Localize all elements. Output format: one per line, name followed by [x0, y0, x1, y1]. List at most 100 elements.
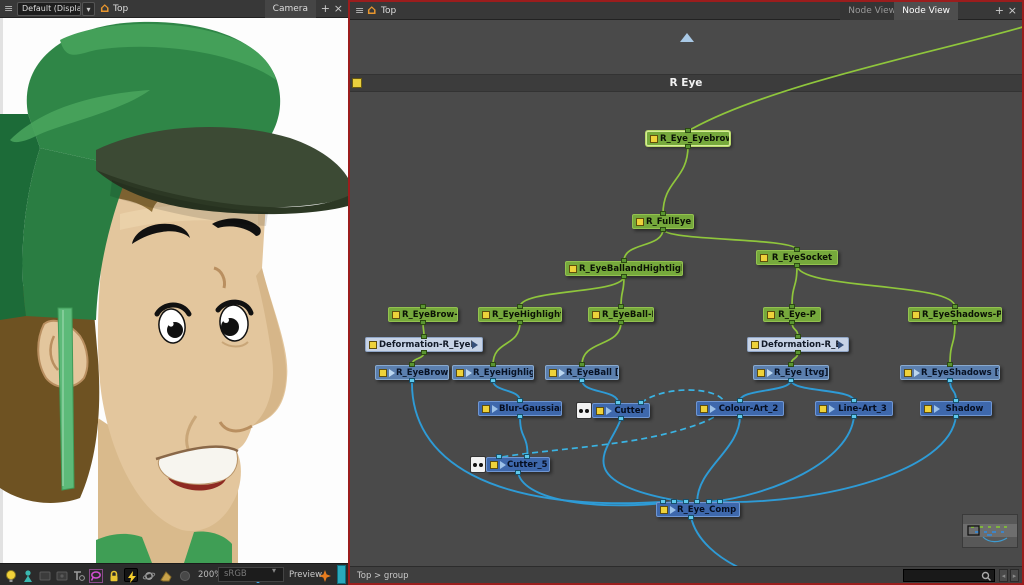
camera-viewport[interactable] — [0, 18, 348, 563]
matte-port-icon[interactable] — [576, 402, 592, 419]
render-lightning-icon[interactable] — [124, 568, 138, 582]
input-port[interactable] — [660, 211, 666, 216]
display-dropdown[interactable]: Default (Display) — [17, 2, 81, 16]
output-port[interactable] — [421, 350, 427, 355]
node-expand-icon[interactable] — [466, 369, 472, 377]
node-expand-icon[interactable] — [710, 405, 716, 413]
node-ballP[interactable]: R_EyeBall-P — [588, 307, 654, 322]
node-browP[interactable]: R_EyeBrow-P — [388, 307, 458, 322]
input-port[interactable] — [694, 499, 700, 504]
input-port[interactable] — [420, 304, 426, 309]
close-view-button[interactable]: × — [334, 2, 343, 16]
nav-forward-button[interactable]: ▸ — [1010, 569, 1019, 582]
cable[interactable] — [493, 322, 520, 365]
input-port[interactable] — [517, 398, 523, 403]
input-port[interactable] — [737, 398, 743, 403]
output-port[interactable] — [794, 263, 800, 268]
panel-resize-handle[interactable] — [337, 565, 346, 584]
add-view-button[interactable]: + — [321, 2, 330, 16]
node-browT[interactable]: R_EyeBrow [tvg] — [375, 365, 449, 380]
output-port[interactable] — [789, 320, 795, 325]
node-cutter5[interactable]: Cutter_5 — [486, 457, 550, 472]
output-port[interactable] — [621, 274, 627, 279]
input-port[interactable] — [579, 362, 585, 367]
node-color-swatch[interactable] — [924, 405, 932, 413]
node-expand-icon[interactable] — [670, 506, 676, 514]
input-port[interactable] — [706, 499, 712, 504]
cable[interactable] — [691, 517, 742, 566]
node-color-swatch[interactable] — [379, 369, 387, 377]
node-shadP[interactable]: R_EyeShadows-P — [908, 307, 1002, 322]
node-socket[interactable]: R_EyeSocket — [756, 250, 838, 265]
node-expand-icon[interactable] — [767, 369, 773, 377]
node-shadow[interactable]: Shadow — [920, 401, 992, 416]
node-colArt[interactable]: Colour-Art_2 — [696, 401, 784, 416]
cable[interactable] — [688, 26, 1022, 131]
node-defBrow[interactable]: Deformation-R_EyeBrow — [365, 337, 483, 352]
node-color-swatch[interactable] — [912, 311, 920, 319]
tool-disabled-1-icon[interactable] — [38, 568, 52, 582]
node-color-swatch[interactable] — [650, 135, 658, 143]
node-color-swatch[interactable] — [904, 369, 912, 377]
node-color-swatch[interactable] — [760, 254, 768, 262]
node-color-swatch[interactable] — [757, 369, 765, 377]
tab-camera[interactable]: Camera — [265, 0, 316, 18]
lightbulb-icon[interactable] — [4, 568, 18, 582]
cable[interactable] — [791, 380, 854, 401]
cable[interactable] — [624, 229, 663, 261]
cable[interactable] — [582, 322, 621, 365]
node-color-swatch[interactable] — [700, 405, 708, 413]
star-icon[interactable] — [318, 568, 332, 582]
output-port[interactable] — [420, 320, 426, 325]
colorspace-caret-icon[interactable]: ▾ — [272, 566, 276, 575]
input-port[interactable] — [851, 398, 857, 403]
cable[interactable] — [603, 418, 685, 502]
node-color-swatch[interactable] — [456, 369, 464, 377]
node-blur[interactable]: Blur-Gaussian — [478, 401, 562, 416]
node-color-swatch[interactable] — [636, 218, 644, 226]
cable[interactable] — [797, 265, 955, 307]
node-expand-icon[interactable] — [492, 405, 498, 413]
node-expand-icon[interactable] — [500, 461, 506, 469]
input-port[interactable] — [660, 499, 666, 504]
input-port[interactable] — [517, 304, 523, 309]
cable[interactable] — [709, 416, 854, 502]
input-port[interactable] — [795, 334, 801, 339]
cable[interactable] — [697, 416, 740, 502]
input-port[interactable] — [524, 454, 530, 459]
matte-port-icon[interactable] — [470, 456, 486, 473]
node-color-swatch[interactable] — [392, 311, 400, 319]
output-port[interactable] — [490, 378, 496, 383]
input-port[interactable] — [409, 362, 415, 367]
node-ballT[interactable]: R_EyeBall [tvg] — [545, 365, 619, 380]
node-color-swatch[interactable] — [549, 369, 557, 377]
input-port[interactable] — [717, 499, 723, 504]
node-expand-icon[interactable] — [472, 341, 478, 349]
node-color-swatch[interactable] — [751, 341, 759, 349]
input-port[interactable] — [421, 334, 427, 339]
output-port[interactable] — [579, 378, 585, 383]
cable[interactable] — [740, 380, 791, 401]
node-cutter[interactable]: Cutter — [592, 403, 650, 418]
tab-node-view-2[interactable]: Node View — [894, 2, 958, 20]
input-port[interactable] — [638, 400, 644, 405]
input-port[interactable] — [621, 258, 627, 263]
output-port[interactable] — [795, 350, 801, 355]
camera-mask-icon[interactable] — [72, 568, 86, 582]
cable[interactable] — [950, 322, 955, 365]
node-expand-icon[interactable] — [934, 405, 940, 413]
input-port[interactable] — [952, 304, 958, 309]
node-expand-icon[interactable] — [606, 407, 612, 415]
node-color-swatch[interactable] — [767, 311, 775, 319]
input-port[interactable] — [685, 128, 691, 133]
close-view-button[interactable]: × — [1008, 4, 1017, 18]
node-defEye[interactable]: Deformation-R_Eye — [747, 337, 849, 352]
cable[interactable] — [792, 265, 797, 307]
home-icon[interactable]: ⌂ — [100, 1, 109, 17]
menu-icon[interactable]: ≡ — [355, 4, 364, 18]
node-shadT[interactable]: R_EyeShadows [tvg] — [900, 365, 1000, 380]
cable[interactable] — [520, 276, 624, 307]
node-expand-icon[interactable] — [838, 341, 844, 349]
output-port[interactable] — [515, 470, 521, 475]
output-port[interactable] — [688, 515, 694, 520]
